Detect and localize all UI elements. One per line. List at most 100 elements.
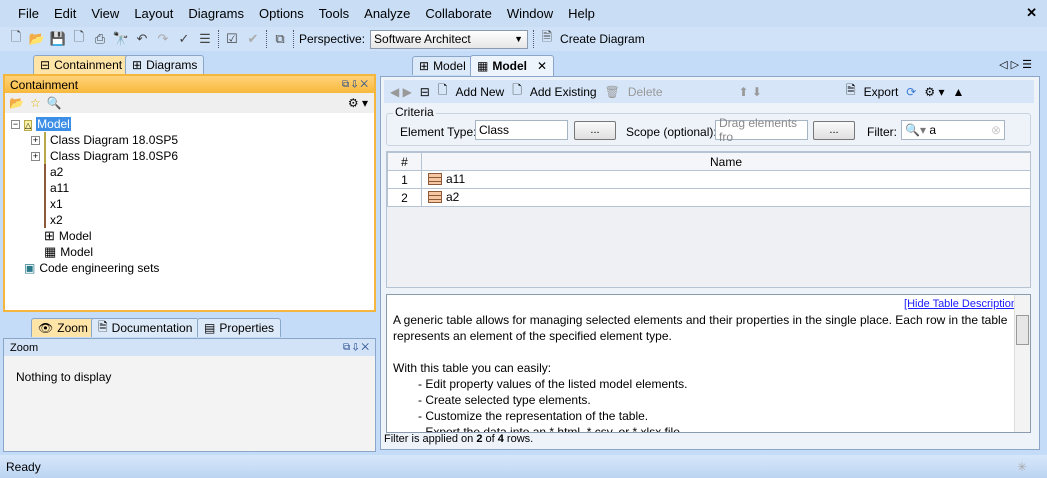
new-project-icon[interactable]: 🗋 <box>8 29 24 47</box>
menu-diagrams[interactable]: Diagrams <box>188 6 244 21</box>
menu-options[interactable]: Options <box>259 6 304 21</box>
check-icon[interactable]: ✔ <box>245 31 261 47</box>
tab-model-table[interactable]: ▦ Model ✕ <box>470 55 555 76</box>
diagram-icon: ⊞ <box>419 59 430 73</box>
editor-panel: ⊞ Model ▦ Model ✕ ◁ ▷ ☰ ◀ ▶ ⊟ 🗋 Add New 🗋 Add… <box>380 53 1040 450</box>
delete-icon: 🗑 <box>604 84 620 99</box>
tree-item[interactable]: x2 <box>11 212 374 228</box>
column-header-number[interactable]: # <box>387 152 422 171</box>
gear-icon[interactable]: ⚙ ▾ <box>348 96 368 110</box>
element-type-field[interactable]: Class <box>475 120 568 140</box>
tab-label: Properties <box>219 321 275 335</box>
spellcheck-icon[interactable]: ✓ <box>176 31 192 47</box>
expand-icon[interactable]: + <box>31 135 40 145</box>
search-icon[interactable]: 🔍 <box>47 96 62 110</box>
delete-button[interactable]: Delete <box>628 85 663 99</box>
tree-item[interactable]: a2 <box>11 164 374 180</box>
row-name: a11 <box>446 171 466 186</box>
containment-header: Containment ⧉ ⇩ ✕ <box>5 76 374 93</box>
open-folder-icon[interactable]: 📂 <box>9 96 24 110</box>
results-table: # Name 1 a11 2 a2 <box>386 151 1031 288</box>
redo-icon[interactable]: ↷ <box>155 31 171 47</box>
tab-documentation[interactable]: 🗎 Documentation <box>91 318 200 337</box>
gear-icon[interactable]: ⚙ ▾ <box>924 85 944 99</box>
collapse-icon[interactable]: − <box>11 119 20 129</box>
menu-analyze[interactable]: Analyze <box>364 6 410 21</box>
description-item: - Edit property values of the listed mod… <box>418 377 688 391</box>
separator <box>266 30 267 48</box>
menu-file[interactable]: File <box>18 6 39 21</box>
add-new-button[interactable]: Add New <box>456 85 505 99</box>
tree-item[interactable]: ⊞ Model <box>11 228 374 244</box>
tab-containment[interactable]: ⊟ Containment <box>33 55 130 74</box>
column-header-name[interactable]: Name <box>421 152 1031 171</box>
description-scrollbar[interactable] <box>1014 295 1030 432</box>
tab-diagrams[interactable]: ⊞ Diagrams <box>125 55 205 74</box>
table-description: [Hide Table Description] A generic table… <box>386 294 1031 433</box>
close-window-icon[interactable]: ✕ <box>1026 5 1037 21</box>
tree-item[interactable]: + Class Diagram 18.0SP6 <box>11 148 374 164</box>
scope-placeholder: Drag elements fro <box>719 116 798 144</box>
element-type-browse-button[interactable]: ... <box>574 121 616 140</box>
export-button[interactable]: Export <box>864 85 899 99</box>
tab-zoom[interactable]: 👁 Zoom <box>31 318 95 337</box>
add-new-icon: 🗋 <box>437 83 448 97</box>
tab-model-diagram[interactable]: ⊞ Model <box>412 56 473 75</box>
add-existing-button[interactable]: Add Existing <box>530 85 597 99</box>
table-icon: ▦ <box>477 59 489 73</box>
create-diagram-button[interactable]: Create Diagram <box>560 32 645 46</box>
tree-item[interactable]: ▣ Code engineering sets <box>11 260 374 276</box>
menu-window[interactable]: Window <box>507 6 553 21</box>
undo-icon[interactable]: ↶ <box>134 31 150 47</box>
save-icon[interactable]: 💾 <box>50 31 66 47</box>
zoom-header: Zoom ⧉ ⇩ ✕ <box>4 339 375 356</box>
refresh-icon[interactable]: ⟳ <box>906 85 916 99</box>
move-up-down-icon[interactable]: ⬆ ⬇ <box>739 85 762 99</box>
menu-help[interactable]: Help <box>568 6 595 21</box>
tree-item[interactable]: − △ Model <box>11 116 374 132</box>
menu-view[interactable]: View <box>91 6 119 21</box>
tree-item[interactable]: ▦ Model <box>11 244 374 260</box>
transform-icon[interactable]: ⧉ <box>272 31 288 47</box>
find-icon[interactable]: 🔭 <box>113 31 129 47</box>
back-icon[interactable]: ◀ ▶ <box>390 85 412 99</box>
print-icon[interactable]: ⎙ <box>92 31 108 47</box>
separator <box>218 30 219 48</box>
filter-field[interactable]: 🔍▾ a ⊗ <box>901 120 1005 140</box>
open-icon[interactable]: 📂 <box>29 31 45 47</box>
tab-properties[interactable]: ▤ Properties <box>197 318 282 337</box>
menu-tools[interactable]: Tools <box>319 6 349 21</box>
tree-item[interactable]: x1 <box>11 196 374 212</box>
menu-collaborate[interactable]: Collaborate <box>425 6 492 21</box>
tree-item[interactable]: a11 <box>11 180 374 196</box>
page-icon[interactable]: 🗋 <box>71 29 87 47</box>
star-icon[interactable]: ☆ <box>30 96 41 110</box>
tree-item-label: Model <box>60 245 93 259</box>
table-row[interactable]: 2 a2 <box>387 188 1031 207</box>
filter-status: Filter is applied on 2 of 4 rows. <box>384 433 534 445</box>
tree-item-label: a2 <box>50 165 64 179</box>
containment-panel: ⊟ Containment ⊞ Diagrams Containment ⧉ ⇩ ✕ … <box>3 53 376 313</box>
tree-icon[interactable]: ⊟ <box>420 85 430 99</box>
validate-icon[interactable]: ☑ <box>224 31 240 47</box>
scope-browse-button[interactable]: ... <box>813 121 855 140</box>
perspective-select[interactable]: Software Architect ▼ <box>370 29 529 49</box>
table-row[interactable]: 1 a11 <box>387 170 1031 189</box>
hide-table-description-link[interactable]: [Hide Table Description] <box>904 298 1020 310</box>
description-item: - Create selected type elements. <box>418 393 591 407</box>
menu-edit[interactable]: Edit <box>54 6 76 21</box>
tab-nav-icons[interactable]: ◁ ▷ ☰ <box>999 58 1032 71</box>
expand-icon[interactable]: + <box>31 151 40 161</box>
main-toolbar: 🗋 📂 💾 🗋 ⎙ 🔭 ↶ ↷ ✓ ☰ ☑ ✔ ⧉ Perspective: S… <box>0 27 1047 51</box>
notes-icon[interactable]: ☰ <box>197 31 213 47</box>
tree-item[interactable]: + Class Diagram 18.0SP5 <box>11 132 374 148</box>
scope-field[interactable]: Drag elements fro <box>715 116 808 144</box>
panel-controls-icon[interactable]: ⧉ ⇩ ✕ <box>343 342 369 353</box>
row-name: a2 <box>446 189 460 204</box>
clear-icon[interactable]: ⊗ <box>991 123 1001 137</box>
panel-controls-icon[interactable]: ⧉ ⇩ ✕ <box>342 79 368 90</box>
tree-item-label: x1 <box>50 197 63 211</box>
collapse-icon[interactable]: ▲ <box>952 85 964 99</box>
close-tab-icon[interactable]: ✕ <box>537 59 547 73</box>
menu-layout[interactable]: Layout <box>134 6 173 21</box>
